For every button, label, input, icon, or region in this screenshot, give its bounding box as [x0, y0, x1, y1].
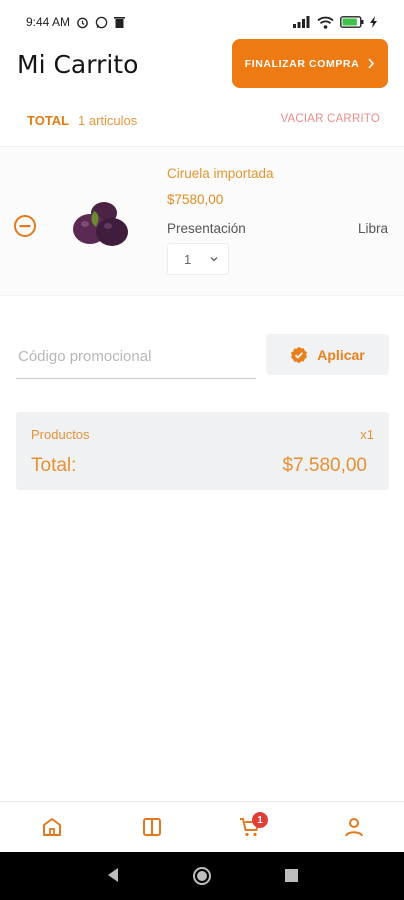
plum-image [73, 202, 128, 246]
charging-bolt-icon [370, 16, 377, 28]
total-amount: $7.580,00 [282, 455, 367, 476]
home-circle-icon[interactable] [192, 866, 212, 886]
apply-label: Aplicar [317, 346, 365, 363]
total-label: TOTAL [27, 113, 70, 128]
minus-circle-icon[interactable] [13, 214, 37, 238]
alarm-icon [77, 17, 88, 28]
status-time: 9:44 AM [26, 15, 71, 29]
quantity-value: 1 [184, 251, 192, 267]
quantity-select[interactable]: 1 [167, 243, 229, 275]
battery-icon [340, 16, 364, 28]
verified-check-icon [291, 346, 308, 363]
totals-panel: Productos x1 Total: $7.580,00 [16, 412, 389, 490]
cart-summary: TOTAL 1 articulos VACIAR CARRITO [0, 113, 404, 131]
product-name: Ciruela importada [167, 166, 274, 181]
chevron-right-icon [368, 58, 375, 69]
product-price: $7580,00 [167, 192, 224, 207]
presentation-label: Presentación [167, 221, 246, 236]
back-icon[interactable] [105, 866, 121, 884]
products-count: x1 [360, 427, 374, 442]
signal-icon [293, 16, 310, 28]
chevron-down-icon [210, 257, 218, 262]
status-right [293, 16, 378, 29]
wifi-icon [317, 16, 334, 29]
checkout-button[interactable]: FINALIZAR COMPRA [232, 39, 388, 88]
recents-icon[interactable] [284, 868, 299, 883]
user-icon[interactable] [342, 815, 366, 839]
apply-promo-button[interactable]: Aplicar [266, 334, 389, 375]
cart-badge: 1 [252, 812, 268, 828]
checkout-label: FINALIZAR COMPRA [244, 57, 360, 70]
presentation-value: Libra [357, 221, 388, 236]
item-count: 1 articulos [78, 113, 138, 128]
total-text: Total: [31, 455, 77, 476]
home-icon[interactable] [40, 815, 64, 839]
status-left: 9:44 AM [26, 15, 126, 29]
trash-icon [114, 16, 126, 28]
empty-cart-button[interactable]: VACIAR CARRITO [281, 113, 381, 125]
products-label: Productos [31, 427, 90, 442]
promo-code-input[interactable] [16, 335, 256, 379]
header: Mi Carrito FINALIZAR COMPRA [0, 38, 404, 90]
page-title: Mi Carrito [17, 50, 139, 79]
book-icon[interactable] [140, 815, 164, 839]
cart-item: Ciruela importada $7580,00 Presentación … [0, 146, 404, 296]
bottom-nav: 1 [0, 801, 404, 852]
whatsapp-icon [95, 16, 108, 28]
system-navigation-bar [0, 852, 404, 900]
